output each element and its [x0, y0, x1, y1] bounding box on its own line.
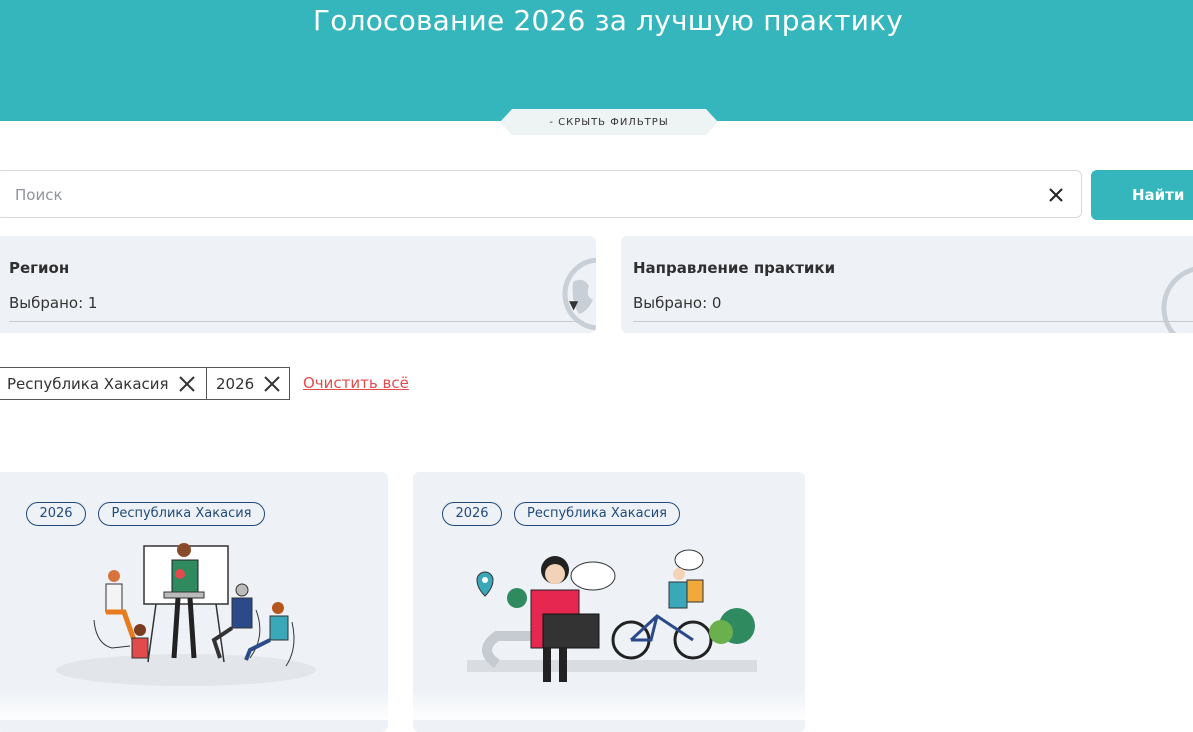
year-tag: 2026	[26, 502, 86, 526]
page-title: Голосование 2026 за лучшую практику	[313, 4, 903, 37]
clear-all-link[interactable]: Очистить всё	[303, 374, 409, 392]
region-filter-label: Регион	[9, 259, 70, 277]
group-meeting-illustration	[56, 543, 316, 686]
year-tag: 2026	[442, 502, 502, 526]
search-button[interactable]: Найти	[1091, 170, 1193, 220]
region-filter[interactable]: Регион Выбрано: 1 ▼	[0, 236, 596, 333]
direction-filter-label: Направление практики	[633, 259, 836, 277]
direction-filter[interactable]: Направление практики Выбрано: 0	[621, 236, 1193, 333]
hide-filters-button[interactable]: - СКРЫТЬ ФИЛЬТРЫ	[500, 109, 718, 135]
clear-search-icon[interactable]	[1045, 184, 1067, 206]
direction-filter-value: Выбрано: 0	[633, 294, 722, 312]
direction-filter-underline	[633, 321, 1193, 322]
compass-icon	[1161, 266, 1193, 333]
chip-label: Республика Хакасия	[7, 374, 169, 393]
globe-icon	[562, 257, 596, 331]
page-header: Голосование 2026 за лучшую практику	[0, 0, 1193, 121]
region-filter-underline	[9, 321, 584, 322]
search-input[interactable]	[13, 171, 1017, 219]
remove-chip-icon[interactable]	[263, 375, 281, 393]
chip-year[interactable]: 2026	[206, 367, 291, 400]
remove-chip-icon[interactable]	[178, 375, 196, 393]
region-tag: Республика Хакасия	[514, 502, 680, 526]
courier-laptop-illustration	[467, 549, 757, 682]
chip-region[interactable]: Республика Хакасия	[0, 367, 208, 400]
chip-label: 2026	[216, 374, 255, 393]
dropdown-arrow-icon: ▼	[569, 298, 579, 312]
region-tag: Республика Хакасия	[98, 502, 265, 526]
search-field	[0, 170, 1082, 219]
bottom-fade	[0, 690, 1193, 720]
region-filter-value: Выбрано: 1	[9, 294, 98, 312]
